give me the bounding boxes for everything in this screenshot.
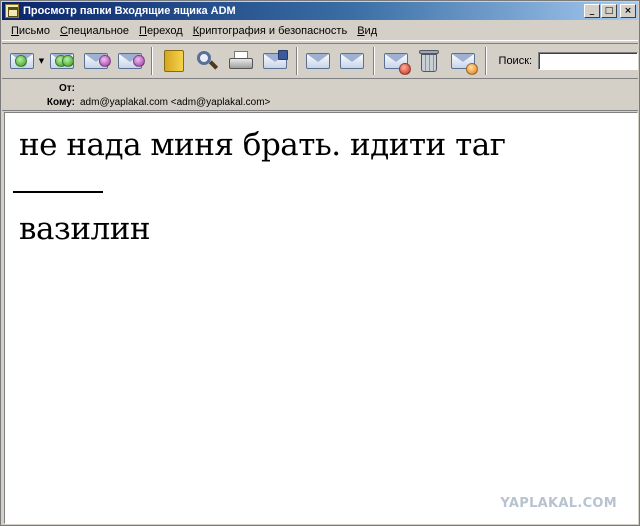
reply-button[interactable] <box>82 47 112 75</box>
trash-button[interactable] <box>415 47 444 75</box>
to-label: Кому: <box>46 97 75 108</box>
delete-message-icon <box>451 53 479 75</box>
forward-icon <box>117 53 145 69</box>
maximize-button[interactable]: □ <box>601 4 617 18</box>
previous-message-icon <box>306 53 331 69</box>
find-button[interactable] <box>193 47 222 75</box>
print-icon <box>228 51 253 71</box>
menu-bar: Письмо Специальное Переход Криптография … <box>2 21 638 41</box>
message-headers: От: Кому: adm@yaplakal.com <adm@yaplakal… <box>2 80 638 111</box>
address-book-button[interactable] <box>159 47 188 75</box>
menu-crypto-security[interactable]: Криптография и безопасность <box>188 25 352 37</box>
mail-window: Просмотр папки Входящие ящика ADM _ □ × … <box>0 0 640 526</box>
mark-read-button[interactable] <box>381 47 411 75</box>
window-title: Просмотр папки Входящие ящика ADM <box>23 5 236 17</box>
to-row: Кому: adm@yaplakal.com <adm@yaplakal.com… <box>2 96 271 109</box>
reply-icon <box>84 53 112 69</box>
watermark: YAPLAKAL.COM <box>500 496 617 511</box>
search-label: Поиск: <box>498 55 533 67</box>
forward-button[interactable] <box>116 47 145 75</box>
toolbar-separator <box>373 47 376 75</box>
window-controls: _ □ × <box>584 4 636 18</box>
app-envelope-icon <box>5 4 19 18</box>
from-row: От: <box>2 82 80 95</box>
to-value[interactable]: adm@yaplakal.com <adm@yaplakal.com> <box>80 97 270 108</box>
from-label: От: <box>58 83 75 94</box>
message-line-2: вазилин <box>19 211 151 247</box>
previous-message-button[interactable] <box>304 47 333 75</box>
signature-rule <box>13 191 103 193</box>
search-input[interactable] <box>538 52 638 70</box>
toolbar-separator <box>151 47 154 75</box>
get-mail-dropdown-icon[interactable]: ▼ <box>39 57 44 65</box>
get-mail-button[interactable] <box>8 47 37 75</box>
trash-icon <box>419 49 440 73</box>
toolbar: ▼ Поиск: <box>2 43 638 79</box>
toolbar-separator <box>296 47 299 75</box>
save-button[interactable] <box>260 47 289 75</box>
menu-special[interactable]: Специальное <box>55 25 134 37</box>
menu-go[interactable]: Переход <box>134 25 188 37</box>
message-body[interactable]: не нада миня брать. идити таг вазилин YA… <box>4 112 638 524</box>
save-icon <box>262 50 288 69</box>
reply-all-icon <box>50 53 75 69</box>
reply-all-button[interactable] <box>48 47 77 75</box>
mark-read-icon <box>383 53 411 75</box>
toolbar-separator <box>484 47 487 75</box>
next-message-icon <box>340 53 365 69</box>
get-mail-icon <box>10 53 35 69</box>
minimize-button[interactable]: _ <box>584 4 600 18</box>
title-bar[interactable]: Просмотр папки Входящие ящика ADM _ □ × <box>2 2 638 20</box>
menu-view[interactable]: Вид <box>352 25 382 37</box>
next-message-button[interactable] <box>338 47 367 75</box>
message-line-1: не нада миня брать. идити таг <box>19 127 506 163</box>
address-book-icon <box>163 50 184 72</box>
find-icon <box>195 50 219 72</box>
print-button[interactable] <box>227 47 256 75</box>
menu-letter[interactable]: Письмо <box>6 25 55 37</box>
close-button[interactable]: × <box>620 4 636 18</box>
delete-message-button[interactable] <box>449 47 479 75</box>
